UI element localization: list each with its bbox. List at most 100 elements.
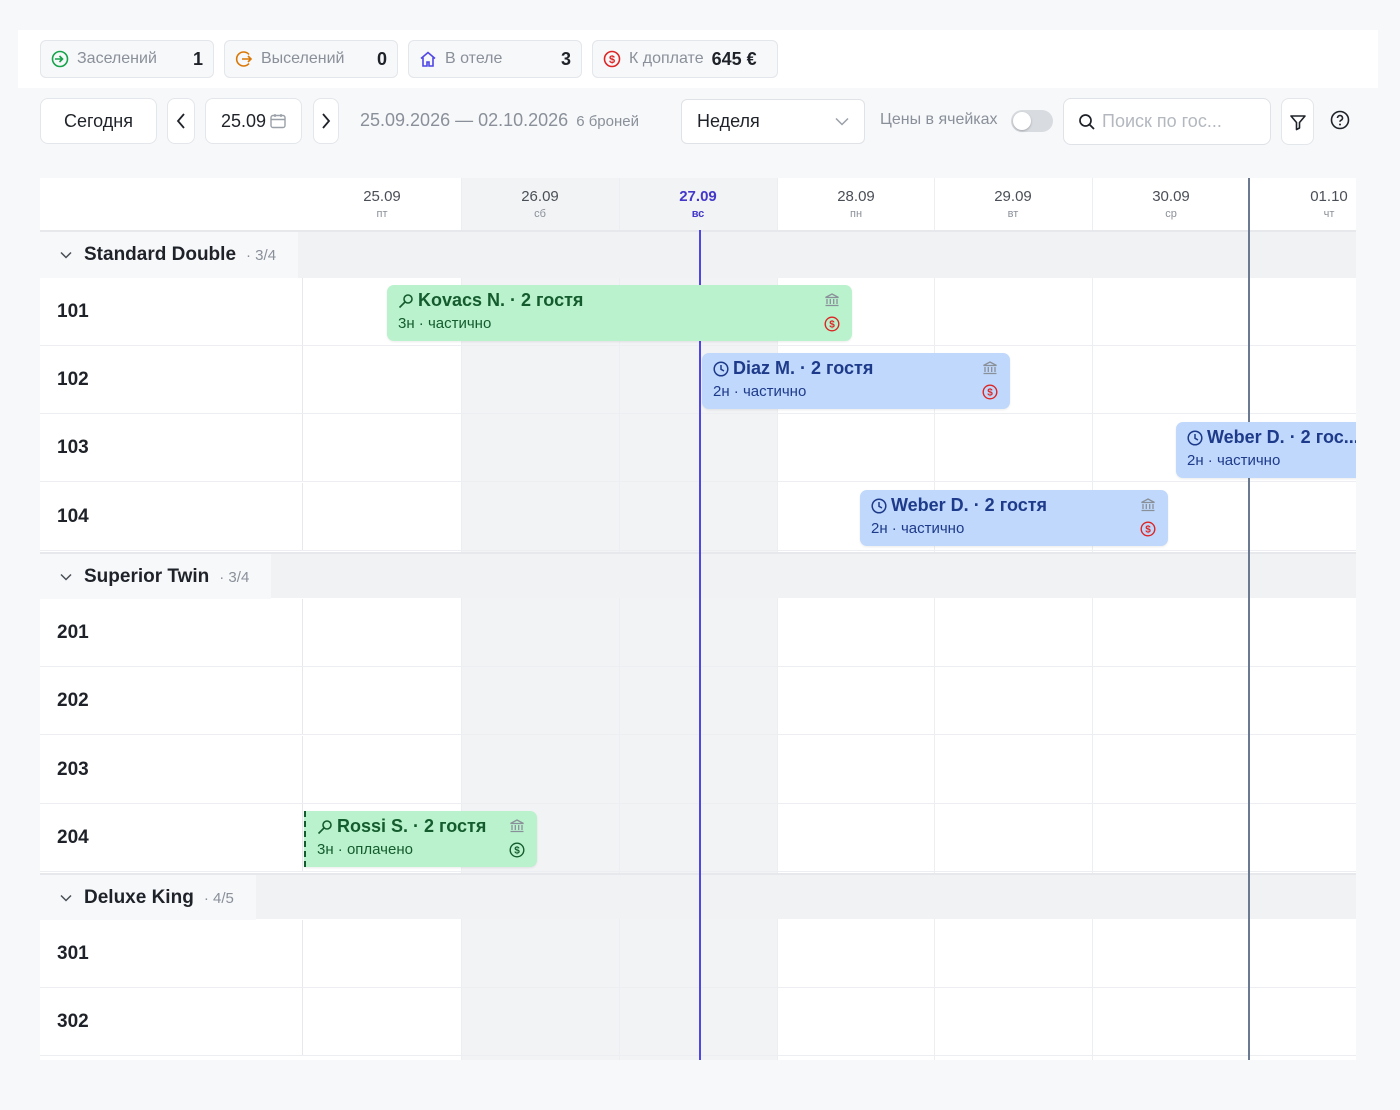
today-marker-line: [699, 230, 701, 1060]
booking-subtitle: 3н · частично: [398, 315, 492, 332]
view-select[interactable]: Неделя: [681, 99, 865, 144]
key-icon: [398, 293, 413, 308]
room-group-name: Deluxe King: [84, 887, 194, 908]
room-group-count: · 4/5: [203, 889, 234, 907]
day-header[interactable]: 25.09 пт: [303, 188, 461, 220]
calendar-icon: [270, 114, 286, 129]
room-row[interactable]: 103: [40, 414, 1356, 482]
clock-icon: [713, 360, 729, 377]
svg-text:$: $: [829, 320, 835, 331]
svg-text:$: $: [514, 846, 520, 857]
svg-text:$: $: [987, 388, 993, 399]
room-number: 104: [40, 483, 303, 550]
view-select-value: Неделя: [697, 111, 760, 131]
booking-subtitle: 2н · частично: [871, 520, 965, 537]
day-weekday: вс: [691, 208, 705, 220]
prev-week-button[interactable]: [167, 98, 195, 144]
stat-value: 645 €: [711, 48, 757, 69]
stat-in-hotel[interactable]: В отеле 3: [408, 40, 582, 78]
svg-text:$: $: [1145, 525, 1151, 536]
payment-due-icon: $: [982, 384, 998, 400]
room-group-count: · 3/4: [219, 568, 250, 586]
room-number: 302: [40, 988, 303, 1055]
range-end-line: [1248, 178, 1250, 1060]
day-header[interactable]: 28.09 пн: [777, 188, 935, 220]
day-date: 28.09: [837, 188, 875, 205]
day-date: 30.09: [1152, 188, 1190, 205]
day-header[interactable]: 29.09 вт: [934, 188, 1092, 220]
room-group-toggle[interactable]: Superior Twin · 3/4: [40, 554, 272, 600]
day-header[interactable]: 26.09 сб: [461, 188, 619, 220]
svg-text:$: $: [609, 54, 615, 66]
booking-card[interactable]: Weber D. · 2 гос... 2н · частично: [1176, 422, 1356, 478]
chevron-down-icon: [60, 251, 72, 259]
room-number: 204: [40, 804, 303, 871]
booking-card[interactable]: Kovacs N. · 2 гостя 3н · частично $: [387, 285, 852, 341]
chevron-down-icon: [60, 894, 72, 902]
clock-icon: [871, 497, 887, 514]
payment-due-icon: $: [1140, 521, 1156, 537]
today-button[interactable]: Сегодня: [40, 98, 157, 144]
prices-toggle-label: Цены в ячейках: [880, 111, 998, 128]
date-picker[interactable]: 25.09: [205, 98, 302, 144]
payment-due-icon: $: [824, 316, 840, 332]
room-row[interactable]: 302: [40, 988, 1356, 1056]
bank-icon: [510, 819, 524, 833]
help-button[interactable]: [1330, 110, 1350, 135]
stat-checkouts[interactable]: Выселений 0: [224, 40, 398, 78]
search-input[interactable]: [1102, 111, 1262, 132]
help-icon: [1330, 110, 1350, 130]
room-row[interactable]: 203: [40, 736, 1356, 804]
room-number: 301: [40, 920, 303, 987]
booking-card[interactable]: Diaz M. · 2 гостя 2н · частично $: [702, 353, 1010, 409]
date-value: 25.09: [221, 110, 267, 131]
filter-button[interactable]: [1281, 98, 1314, 145]
day-date: 26.09: [521, 188, 559, 205]
search-box[interactable]: [1063, 98, 1271, 145]
booking-title: Kovacs N. · 2 гостя: [418, 290, 584, 310]
day-header[interactable]: 01.10 чт: [1250, 188, 1356, 220]
prices-toggle[interactable]: [1011, 110, 1053, 132]
chevron-down-icon: [835, 117, 849, 126]
room-group-toggle[interactable]: Deluxe King · 4/5: [40, 875, 256, 921]
day-header[interactable]: 30.09 ср: [1092, 188, 1250, 220]
checkin-icon: [51, 50, 69, 68]
booking-card[interactable]: Rossi S. · 2 гостя 3н · оплачено $: [304, 811, 537, 867]
stat-checkins[interactable]: Заселений 1: [40, 40, 214, 78]
chevron-down-icon: [60, 573, 72, 581]
checkout-icon: [235, 50, 253, 68]
stat-label: Заселений: [77, 50, 157, 67]
day-date: 29.09: [994, 188, 1032, 205]
stat-value: 0: [376, 48, 387, 69]
day-weekday: пн: [849, 208, 863, 220]
day-weekday: пт: [376, 208, 388, 220]
booking-subtitle: 3н · оплачено: [317, 841, 413, 858]
room-row[interactable]: 201: [40, 599, 1356, 667]
day-weekday: вт: [1007, 208, 1019, 220]
room-number: 203: [40, 736, 303, 803]
date-range-text: 25.09.2026 — 02.10.2026: [360, 110, 569, 130]
day-date: 01.10: [1310, 188, 1348, 205]
room-number: 201: [40, 599, 303, 666]
stat-value: 3: [560, 48, 571, 69]
payment-paid-icon: $: [509, 842, 525, 858]
room-row[interactable]: 204: [40, 804, 1356, 872]
dollar-circle-icon: $: [603, 50, 621, 68]
booking-card[interactable]: Weber D. · 2 гостя 2н · частично $: [860, 490, 1168, 546]
room-group-row: Standard Double · 3/4: [40, 232, 1356, 278]
room-row[interactable]: 102: [40, 346, 1356, 414]
stat-label: К доплате: [629, 50, 704, 67]
room-group-count: · 3/4: [246, 246, 277, 264]
day-header-today[interactable]: 27.09 вс: [619, 188, 777, 220]
next-week-button[interactable]: [313, 98, 339, 144]
bookings-count: 6 броней: [576, 113, 639, 130]
stat-label: Выселений: [261, 50, 345, 67]
room-group-row: Superior Twin · 3/4: [40, 552, 1356, 600]
bank-icon: [983, 361, 997, 375]
room-group-toggle[interactable]: Standard Double · 3/4: [40, 232, 299, 278]
room-row[interactable]: 202: [40, 667, 1356, 735]
room-row[interactable]: 301: [40, 920, 1356, 988]
booking-subtitle: 2н · частично: [713, 383, 807, 400]
stat-due[interactable]: $ К доплате 645 €: [592, 40, 778, 78]
bank-icon: [825, 293, 839, 307]
